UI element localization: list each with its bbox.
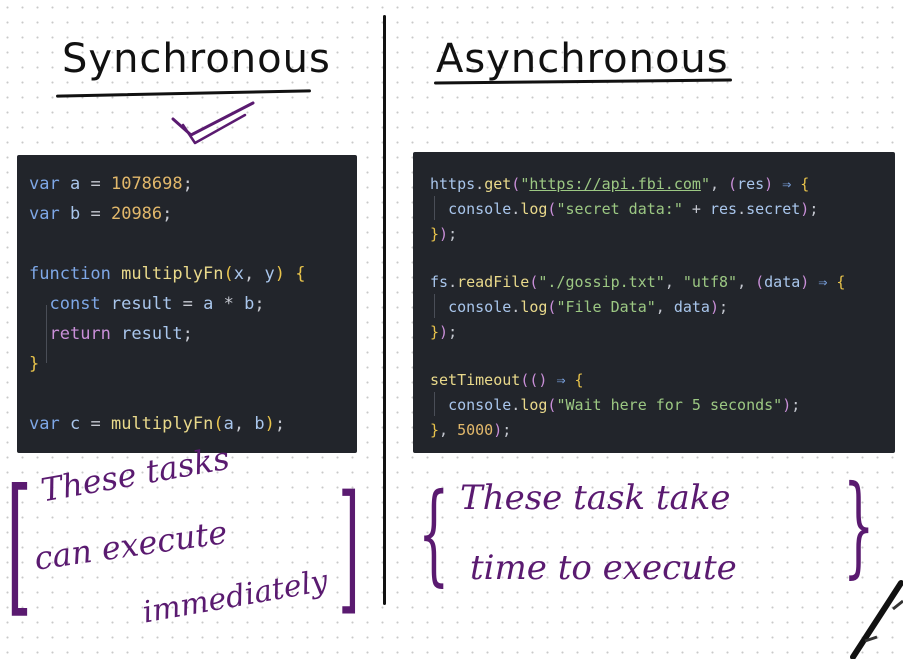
async-code-line-3: }); — [430, 225, 458, 243]
async-code-line-2: console.log("secret data:" + res.secret)… — [448, 200, 819, 218]
center-divider — [383, 15, 386, 605]
left-note-open-bracket: [ — [6, 458, 33, 632]
async-code-line-7: }); — [430, 323, 458, 341]
heading-asynchronous: Asynchronous — [436, 36, 729, 82]
code-line-1: var a = 1078698; — [29, 174, 193, 194]
sync-note-line-3: immediately — [140, 563, 331, 631]
code-line-7: } — [29, 354, 40, 374]
async-code-block: https.get("https://api.fbi.com", (res) ⇒… — [413, 152, 895, 453]
async-code-line-11: }, 5000); — [430, 421, 512, 439]
checkmark-icon — [171, 101, 255, 145]
async-code-line-9: setTimeout(() ⇒ { — [430, 371, 584, 389]
async-code-line-6: console.log("File Data", data); — [448, 298, 729, 316]
async-code-line-5: fs.readFile("./gossip.txt", "utf8", (dat… — [430, 273, 846, 291]
code-line-5: const result = a * b; — [49, 294, 265, 314]
right-note-close-brace: } — [843, 461, 875, 589]
code-line-9: var c = multiplyFn(a, b); — [29, 414, 286, 434]
camera-tripod-icon — [850, 580, 903, 659]
sync-note-line-2: can execute — [32, 512, 230, 578]
code-line-4: function multiplyFn(x, y) { — [29, 264, 306, 284]
right-note-open-brace: { — [418, 469, 450, 597]
heading-synchronous: Synchronous — [62, 36, 331, 82]
sync-code-block: var a = 1078698; var b = 20986; function… — [17, 155, 357, 453]
async-note-line-1: These task take — [460, 478, 731, 518]
code-line-2: var b = 20986; — [29, 204, 173, 224]
async-note-line-2: time to execute — [470, 548, 737, 588]
left-note-close-bracket: ] — [338, 466, 360, 629]
async-code-line-10: console.log("Wait here for 5 seconds"); — [448, 396, 801, 414]
async-code-line-1: https.get("https://api.fbi.com", (res) ⇒… — [430, 175, 810, 193]
code-line-6: return result; — [49, 324, 193, 344]
